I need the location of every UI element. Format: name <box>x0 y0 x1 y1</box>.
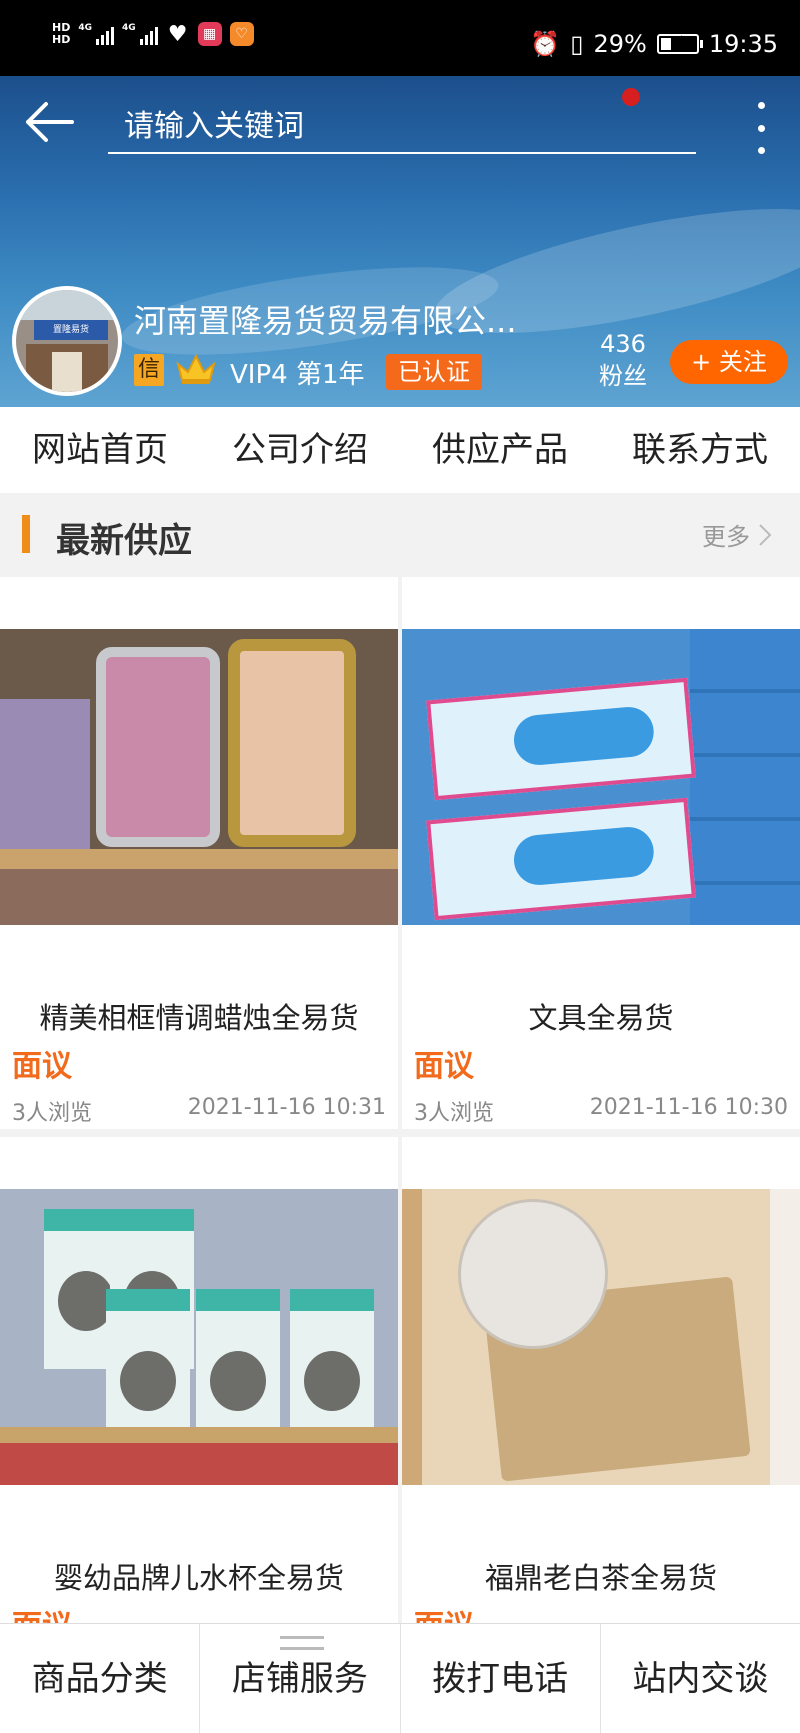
product-image[interactable] <box>402 1189 800 1485</box>
product-card[interactable]: 文具全易货 面议 3人浏览 2021-11-16 10:30 <box>402 577 800 1129</box>
heart-app-icon: ♥ <box>167 21 188 47</box>
fans-count: 436 粉丝 <box>588 328 658 392</box>
search-input[interactable] <box>108 104 696 148</box>
store-header: 置隆易货 河南置隆易货贸易有限公... 信 VIP4 第1年 已认证 436 粉… <box>0 76 800 407</box>
product-date: 2021-11-16 10:30 <box>589 1095 788 1120</box>
product-title[interactable]: 文具全易货 <box>402 995 800 1037</box>
store-avatar[interactable]: 置隆易货 <box>12 286 122 396</box>
chevron-right-icon <box>759 523 772 546</box>
crown-icon <box>176 353 216 384</box>
product-image[interactable] <box>0 629 398 925</box>
dot-icon <box>757 147 765 154</box>
product-price: 面议 <box>414 1049 474 1084</box>
company-name: 河南置隆易货贸易有限公... <box>134 302 517 340</box>
tab-contact[interactable]: 联系方式 <box>600 407 800 493</box>
network-type-1: 4G <box>78 23 92 33</box>
dot-icon <box>757 102 765 109</box>
search-bar[interactable] <box>108 104 696 154</box>
follow-button[interactable]: + 关注 <box>670 340 788 384</box>
more-link[interactable]: 更多 <box>702 517 772 552</box>
clock: 19:35 <box>708 30 778 58</box>
red-app-icon: ▦ <box>197 22 222 46</box>
status-bar: HD HD 4G 4G ♥ ▦ ♡ ⏰ ▯ 29% ⚡ 19:35 <box>0 0 800 76</box>
signal-icon: 4G <box>78 23 114 45</box>
section-title: 最新供应 <box>56 521 192 561</box>
section-header: 最新供应 更多 <box>0 493 800 575</box>
category-button[interactable]: 商品分类 <box>0 1624 201 1733</box>
bottom-action-bar: 商品分类 店铺服务 拨打电话 站内交谈 <box>0 1623 800 1733</box>
call-button[interactable]: 拨打电话 <box>401 1624 601 1733</box>
back-button[interactable] <box>24 98 76 146</box>
vip-level: VIP4 第1年 <box>230 360 365 390</box>
chat-button[interactable]: 站内交谈 <box>601 1624 800 1733</box>
product-price: 面议 <box>12 1049 72 1084</box>
back-arrow-icon <box>26 102 74 142</box>
product-card[interactable]: 精美相框情调蜡烛全易货 面议 3人浏览 2021-11-16 10:31 <box>0 577 398 1129</box>
orange-app-icon: ♡ <box>229 22 254 46</box>
battery-charging-icon: ⚡ <box>656 32 703 54</box>
product-date: 2021-11-16 10:31 <box>187 1095 386 1120</box>
notification-dot <box>622 88 640 106</box>
signal-icon: 4G <box>122 23 158 45</box>
product-title[interactable]: 福鼎老白茶全易货 <box>402 1555 800 1597</box>
avatar-sign: 置隆易货 <box>34 320 108 340</box>
more-options-button[interactable] <box>748 96 774 160</box>
battery-percent: 29% <box>593 30 647 58</box>
alarm-icon: ⏰ <box>530 30 561 58</box>
product-image[interactable] <box>0 1189 398 1485</box>
credit-badge: 信 <box>134 354 164 386</box>
product-card[interactable]: 福鼎老白茶全易货 面议 <box>402 1137 800 1689</box>
charging-bolt-icon: ⚡ <box>672 32 684 51</box>
section-accent-bar <box>22 515 30 553</box>
network-type-2: 4G <box>122 23 136 33</box>
product-card[interactable]: 婴幼品牌儿水杯全易货 面议 <box>0 1137 398 1689</box>
tab-products[interactable]: 供应产品 <box>400 407 600 493</box>
more-label: 更多 <box>702 523 750 551</box>
store-tabs: 网站首页 公司介绍 供应产品 联系方式 <box>0 407 800 493</box>
vibrate-icon: ▯ <box>570 30 584 58</box>
product-image[interactable] <box>402 629 800 925</box>
tab-company-intro[interactable]: 公司介绍 <box>200 407 400 493</box>
fans-number: 436 <box>600 330 646 358</box>
product-grid: 精美相框情调蜡烛全易货 面议 3人浏览 2021-11-16 10:31 文具全… <box>0 577 800 1689</box>
tab-home[interactable]: 网站首页 <box>0 407 200 493</box>
product-views: 3人浏览 <box>414 1101 494 1126</box>
dot-icon <box>757 124 765 132</box>
product-title[interactable]: 婴幼品牌儿水杯全易货 <box>0 1555 398 1597</box>
product-title[interactable]: 精美相框情调蜡烛全易货 <box>0 995 398 1037</box>
hd2-label: HD <box>52 33 71 46</box>
status-left: HD HD 4G 4G ♥ ▦ ♡ <box>52 21 254 47</box>
status-right: ⏰ ▯ 29% ⚡ 19:35 <box>530 30 778 58</box>
hd-indicator: HD HD <box>52 22 70 46</box>
fans-label: 粉丝 <box>599 362 647 390</box>
verified-badge: 已认证 <box>386 354 482 390</box>
drag-handle-icon[interactable] <box>280 1636 324 1650</box>
product-views: 3人浏览 <box>12 1101 92 1126</box>
